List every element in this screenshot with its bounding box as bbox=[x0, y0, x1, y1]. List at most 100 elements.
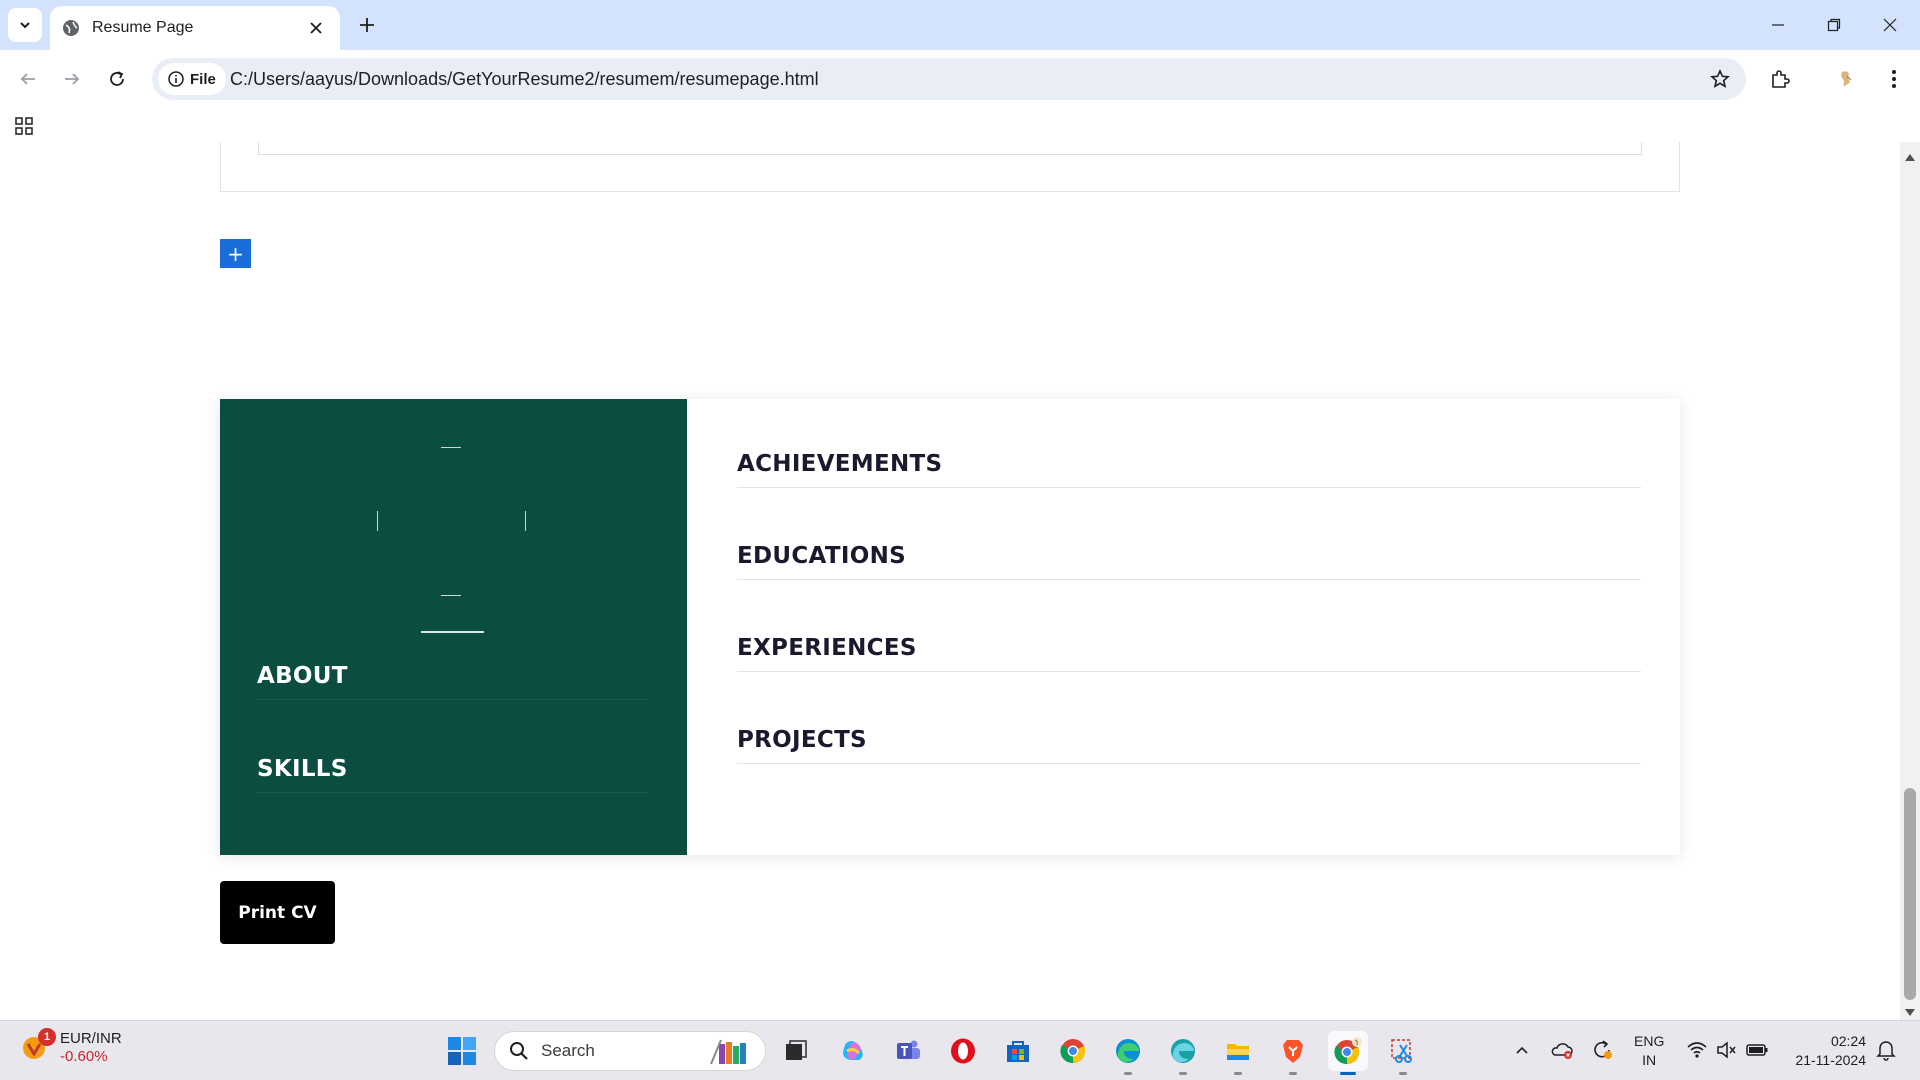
tab-search-button[interactable] bbox=[8, 8, 42, 42]
url-text[interactable]: C:/Users/aayus/Downloads/GetYourResume2/… bbox=[230, 58, 819, 100]
section-heading-educations: EDUCATIONS bbox=[737, 543, 1641, 580]
opera-icon bbox=[951, 1038, 975, 1064]
edge-beta-app[interactable] bbox=[1163, 1031, 1203, 1075]
chevron-down-icon bbox=[20, 22, 30, 29]
new-tab-button[interactable] bbox=[352, 10, 382, 40]
taskbar-clock[interactable]: 02:24 21-11-2024 bbox=[1782, 1032, 1866, 1070]
windows-start-button[interactable] bbox=[446, 1035, 478, 1067]
chrome-icon bbox=[1060, 1039, 1086, 1064]
scroll-down-arrow-icon[interactable] bbox=[1905, 1009, 1915, 1016]
copilot-app[interactable] bbox=[833, 1031, 873, 1071]
site-info-chip[interactable]: File bbox=[158, 63, 226, 95]
currency-widget[interactable]: 1 EUR/INR -0.60% bbox=[20, 1028, 122, 1066]
running-indicator bbox=[1399, 1072, 1407, 1075]
chevron-up-icon bbox=[1516, 1046, 1528, 1054]
bookmarks-bar bbox=[0, 108, 1920, 142]
chrome-app[interactable] bbox=[1053, 1031, 1093, 1071]
show-hidden-icons-button[interactable] bbox=[1509, 1037, 1535, 1063]
search-icon bbox=[510, 1042, 528, 1060]
puzzle-icon bbox=[1772, 70, 1790, 88]
search-highlight-books-icon bbox=[710, 1039, 746, 1065]
windows-logo-icon bbox=[448, 1037, 476, 1065]
task-view-icon bbox=[786, 1040, 807, 1060]
search-placeholder: Search bbox=[541, 1041, 595, 1060]
onedrive-tray-icon[interactable] bbox=[1549, 1037, 1575, 1063]
wifi-icon[interactable] bbox=[1684, 1037, 1710, 1063]
minimize-icon bbox=[1772, 24, 1784, 26]
lang-primary: ENG bbox=[1634, 1033, 1665, 1049]
teams-icon bbox=[897, 1040, 920, 1059]
print-cv-button[interactable]: Print CV bbox=[220, 881, 335, 944]
running-indicator bbox=[1289, 1072, 1297, 1075]
resume-main: ACHIEVEMENTS EDUCATIONS EXPERIENCES PROJ… bbox=[687, 399, 1680, 855]
brave-lion-icon bbox=[1283, 1040, 1303, 1063]
running-indicator bbox=[1124, 1072, 1132, 1075]
close-window-button[interactable] bbox=[1862, 0, 1918, 50]
globe-icon bbox=[62, 19, 80, 37]
snipping-tool-app[interactable] bbox=[1383, 1031, 1423, 1075]
minimize-button[interactable] bbox=[1750, 0, 1806, 50]
folder-icon bbox=[1227, 1044, 1249, 1060]
store-icon bbox=[1007, 1041, 1029, 1062]
microsoft-store-app[interactable] bbox=[998, 1031, 1038, 1071]
reload-icon bbox=[110, 71, 124, 86]
tab-title: Resume Page bbox=[92, 19, 194, 36]
close-icon[interactable] bbox=[304, 16, 328, 40]
info-icon bbox=[168, 71, 184, 87]
plus-icon bbox=[360, 18, 374, 32]
add-section-button[interactable]: + bbox=[220, 239, 251, 268]
teams-app[interactable] bbox=[888, 1031, 928, 1071]
editor-textarea[interactable] bbox=[258, 142, 1642, 155]
apps-grid-icon[interactable] bbox=[12, 114, 36, 138]
chrome-active-app[interactable] bbox=[1328, 1031, 1368, 1075]
more-vertical-icon bbox=[1892, 70, 1896, 88]
address-bar[interactable]: File C:/Users/aayus/Downloads/GetYourRes… bbox=[152, 58, 1746, 100]
star-icon bbox=[1710, 69, 1730, 88]
running-indicator bbox=[1179, 1072, 1187, 1075]
tab-strip: Resume Page bbox=[0, 0, 1920, 50]
name-divider bbox=[421, 631, 484, 633]
section-heading-skills: SKILLS bbox=[257, 756, 647, 793]
scroll-up-arrow-icon[interactable] bbox=[1905, 154, 1915, 161]
page-scrollbar[interactable] bbox=[1900, 142, 1920, 1020]
close-icon bbox=[1883, 18, 1897, 32]
battery-icon[interactable] bbox=[1744, 1037, 1770, 1063]
clock-date: 21-11-2024 bbox=[1795, 1052, 1866, 1068]
edge-app[interactable] bbox=[1108, 1031, 1148, 1075]
restore-icon bbox=[1827, 18, 1841, 32]
reload-button[interactable] bbox=[99, 61, 135, 97]
profile-photo-placeholder bbox=[377, 447, 527, 597]
edge-icon bbox=[1116, 1039, 1140, 1063]
scroll-thumb[interactable] bbox=[1904, 788, 1916, 1000]
lang-region: IN bbox=[1642, 1052, 1657, 1068]
editor-card bbox=[220, 142, 1680, 192]
task-view-button[interactable] bbox=[776, 1031, 816, 1071]
restore-button[interactable] bbox=[1806, 0, 1862, 50]
profile-button[interactable] bbox=[1830, 63, 1862, 95]
browser-toolbar: File C:/Users/aayus/Downloads/GetYourRes… bbox=[0, 50, 1920, 108]
notifications-bell-icon[interactable] bbox=[1873, 1037, 1899, 1063]
resume-preview: ABOUT SKILLS ACHIEVEMENTS EDUCATIONS EXP… bbox=[220, 399, 1680, 855]
bookmark-button[interactable] bbox=[1708, 67, 1732, 91]
browser-menu-button[interactable] bbox=[1878, 63, 1910, 95]
widget-title: EUR/INR bbox=[60, 1030, 122, 1047]
file-explorer-app[interactable] bbox=[1218, 1031, 1258, 1075]
widget-badge: 1 bbox=[38, 1028, 56, 1046]
input-language-indicator[interactable]: ENG IN bbox=[1634, 1032, 1664, 1070]
forward-button[interactable] bbox=[54, 61, 90, 97]
sync-tray-icon[interactable] bbox=[1589, 1037, 1615, 1063]
section-heading-about: ABOUT bbox=[257, 663, 647, 700]
widget-value: -0.60% bbox=[60, 1048, 108, 1065]
chrome-profile-icon bbox=[1334, 1037, 1362, 1065]
copilot-icon bbox=[843, 1041, 863, 1060]
opera-app[interactable] bbox=[943, 1031, 983, 1071]
extensions-button[interactable] bbox=[1764, 63, 1796, 95]
taskbar-search[interactable]: Search bbox=[494, 1031, 766, 1071]
volume-muted-icon[interactable] bbox=[1713, 1037, 1739, 1063]
brave-app[interactable] bbox=[1273, 1031, 1313, 1075]
page-viewport: + ABOUT SKILLS ACHIEVEMENTS EDUCATIONS E… bbox=[0, 142, 1900, 1020]
tab-resume-page[interactable]: Resume Page bbox=[50, 6, 340, 50]
site-chip-label: File bbox=[190, 70, 216, 88]
resume-sidebar: ABOUT SKILLS bbox=[220, 399, 687, 855]
back-button[interactable] bbox=[10, 61, 46, 97]
